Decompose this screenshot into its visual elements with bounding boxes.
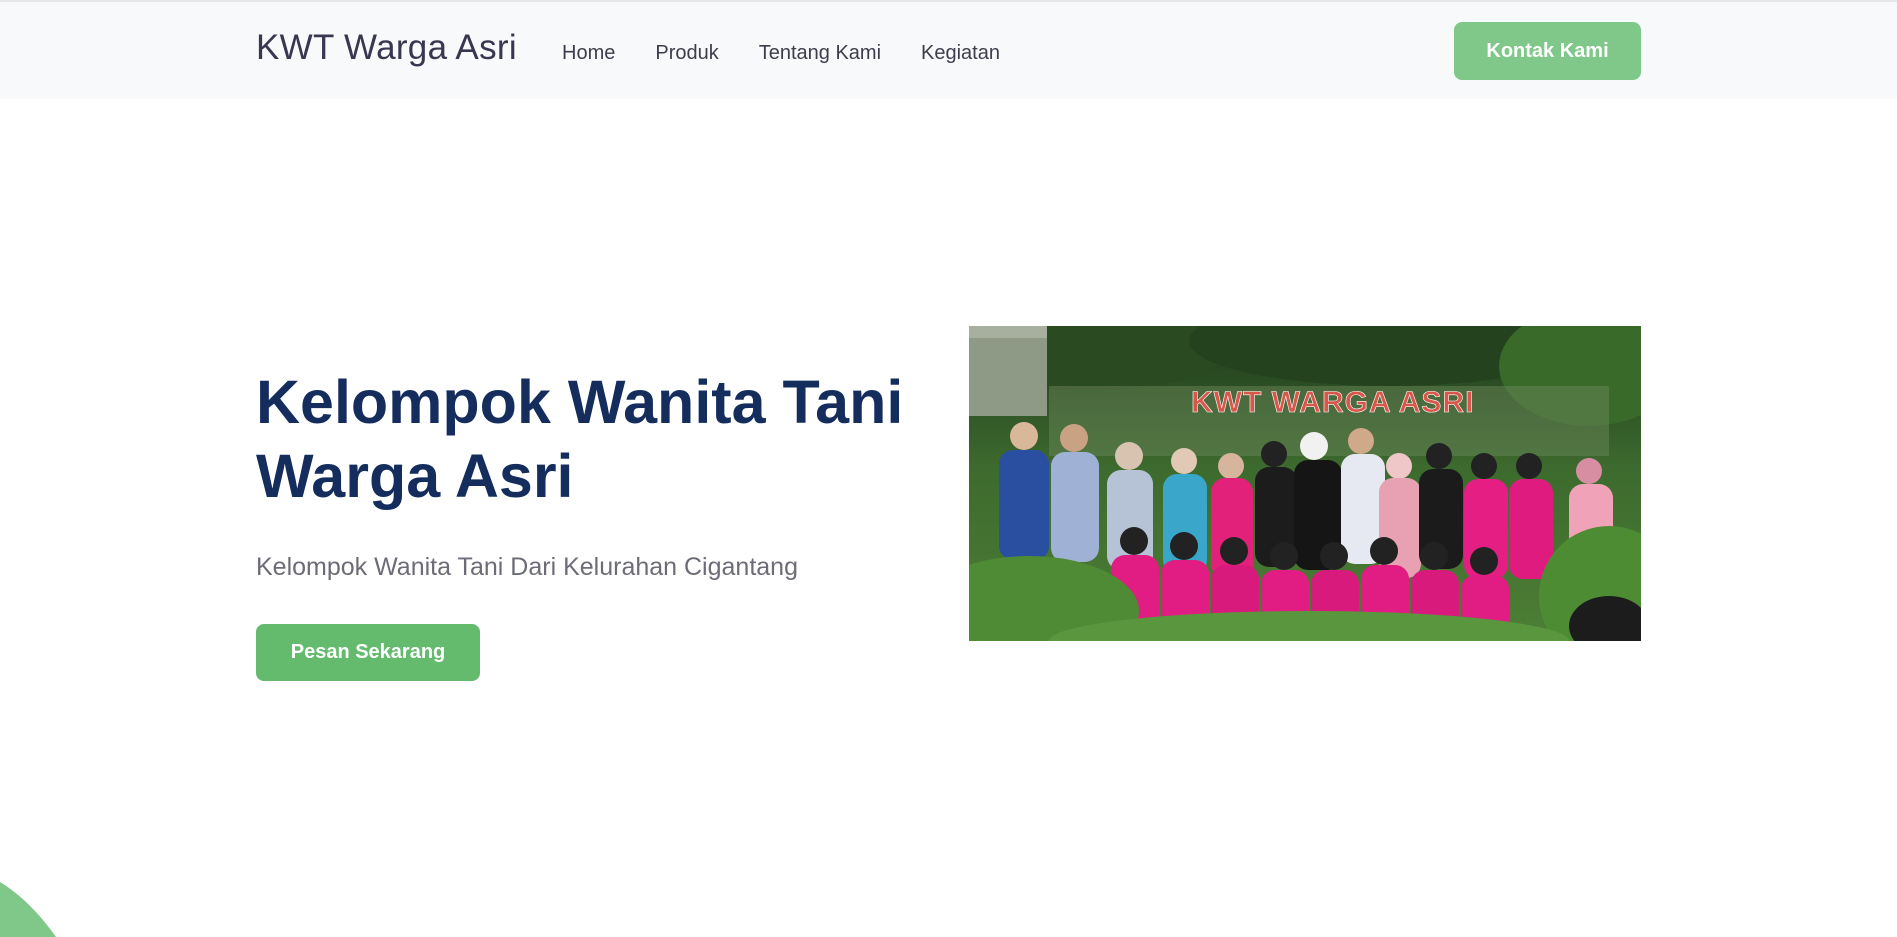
contact-button[interactable]: Kontak Kami — [1454, 22, 1641, 80]
nav-link-home[interactable]: Home — [562, 39, 615, 67]
navbar: KWT Warga Asri Home Produk Tentang Kami … — [0, 2, 1897, 99]
nav-link-produk[interactable]: Produk — [655, 39, 718, 67]
hero-title: Kelompok Wanita Tani Warga Asri — [256, 368, 904, 510]
nav-link-kegiatan[interactable]: Kegiatan — [921, 39, 1000, 67]
hero-subtitle: Kelompok Wanita Tani Dari Kelurahan Ciga… — [256, 553, 798, 581]
photo-sign-text: KWT WARGA ASRI — [1191, 386, 1474, 419]
nav-menu: Home Produk Tentang Kami Kegiatan — [562, 39, 1000, 67]
order-now-button[interactable]: Pesan Sekarang — [256, 624, 480, 681]
group-photo: KWT WARGA ASRI — [969, 326, 1641, 641]
nav-link-tentang-kami[interactable]: Tentang Kami — [759, 39, 881, 67]
corner-decoration — [0, 882, 56, 937]
brand-logo-text[interactable]: KWT Warga Asri — [256, 28, 517, 68]
